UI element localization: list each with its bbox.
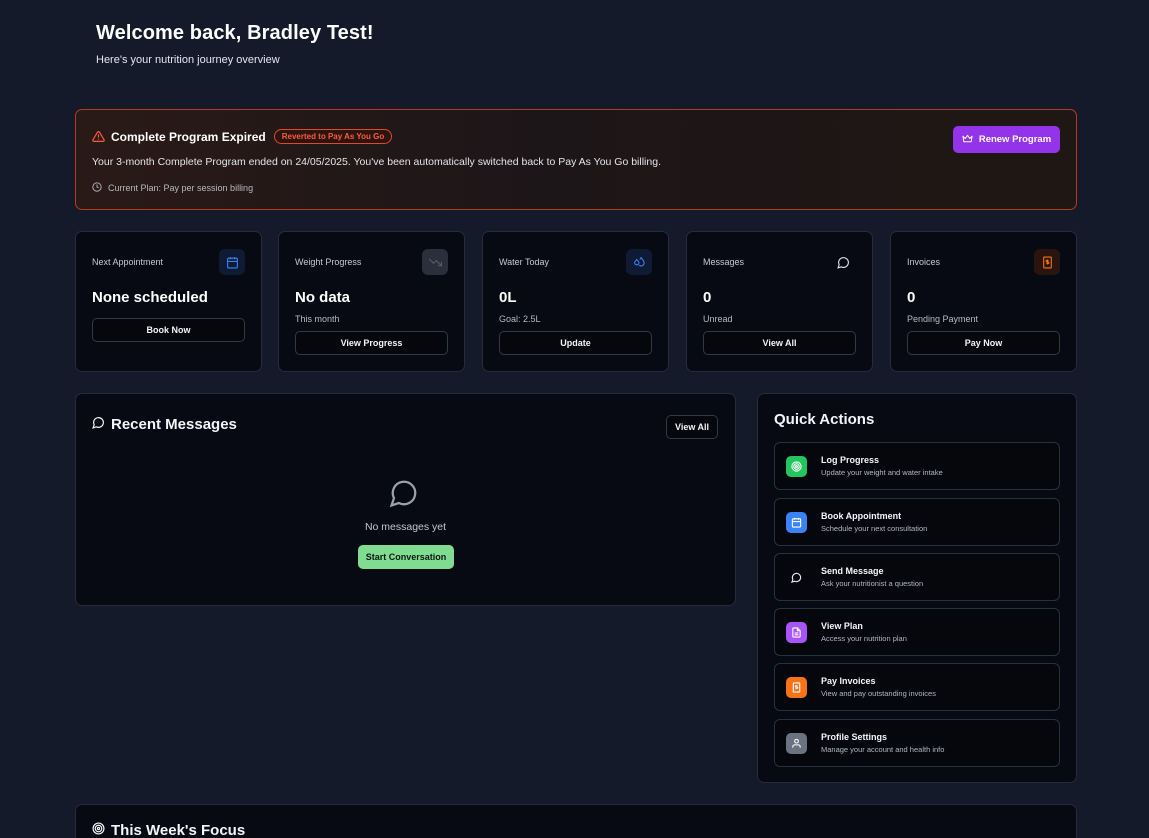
user-icon (786, 733, 807, 754)
recent-messages-title: Recent Messages (111, 416, 237, 433)
alert-triangle-icon (92, 130, 105, 143)
book-now-button[interactable]: Book Now (92, 318, 245, 342)
invoices-card: Invoices 0 Pending Payment Pay Now (890, 231, 1077, 372)
card-value: No data (295, 289, 351, 306)
weekly-focus-panel: This Week's Focus (75, 804, 1077, 838)
pay-now-button[interactable]: Pay Now (907, 331, 1060, 355)
renew-program-button[interactable]: Renew Program (953, 126, 1060, 153)
quick-action-book-appointment[interactable]: Book Appointment Schedule your next cons… (774, 498, 1060, 546)
view-all-button[interactable]: View All (666, 415, 718, 439)
quick-action-log-progress[interactable]: Log Progress Update your weight and wate… (774, 442, 1060, 490)
quick-action-title: Log Progress (821, 455, 880, 465)
status-badge: Reverted to Pay As You Go (273, 129, 393, 144)
view-all-messages-button[interactable]: View All (703, 331, 856, 355)
quick-actions-title: Quick Actions (774, 411, 875, 428)
card-label: Invoices (907, 257, 941, 267)
empty-messages-icon (389, 478, 419, 508)
messages-card: Messages 0 Unread View All (686, 231, 873, 372)
renew-program-label: Renew Program (978, 134, 1052, 145)
update-water-button[interactable]: Update (499, 331, 652, 355)
empty-messages-text: No messages yet (364, 521, 447, 533)
quick-action-subtitle: Schedule your next consultation (821, 524, 928, 533)
quick-action-title: Send Message (821, 566, 884, 576)
weight-progress-card: Weight Progress No data This month View … (278, 231, 465, 372)
card-value: 0 (907, 289, 916, 306)
current-plan-row: Current Plan: Pay per session billing (92, 182, 253, 194)
message-circle-icon (830, 249, 856, 275)
droplets-icon (626, 249, 652, 275)
quick-action-subtitle: Update your weight and water intake (821, 468, 943, 477)
card-label: Messages (703, 257, 745, 267)
banner-title: Complete Program Expired (111, 129, 266, 144)
quick-action-subtitle: View and pay outstanding invoices (821, 689, 936, 698)
quick-action-title: Profile Settings (821, 732, 888, 742)
program-expired-banner: Complete Program Expired Reverted to Pay… (75, 109, 1077, 210)
file-icon (786, 622, 807, 643)
message-circle-icon (92, 416, 105, 433)
quick-action-pay-invoices[interactable]: Pay Invoices View and pay outstanding in… (774, 663, 1060, 711)
card-value: 0 (703, 289, 712, 306)
card-label: Water Today (499, 257, 550, 267)
receipt-icon (786, 677, 807, 698)
view-progress-button[interactable]: View Progress (295, 331, 448, 355)
message-circle-icon (786, 567, 807, 588)
card-subtext: Goal: 2.5L (499, 314, 541, 324)
weekly-focus-title: This Week's Focus (111, 822, 246, 838)
clock-icon (92, 182, 102, 194)
receipt-icon (1034, 249, 1060, 275)
crown-icon (962, 133, 973, 147)
card-label: Weight Progress (295, 257, 362, 267)
page-title: Welcome back, Bradley Test! (96, 22, 374, 44)
quick-action-title: Book Appointment (821, 511, 902, 521)
welcome-header: Welcome back, Bradley Test! Here's your … (96, 22, 374, 66)
next-appointment-card: Next Appointment None scheduled Book Now (75, 231, 262, 372)
trending-down-icon (422, 249, 448, 275)
card-subtext: Unread (703, 314, 733, 324)
quick-action-title: Pay Invoices (821, 676, 876, 686)
quick-action-subtitle: Manage your account and health info (821, 745, 945, 754)
page-subtitle: Here's your nutrition journey overview (96, 54, 280, 66)
card-subtext: Pending Payment (907, 314, 979, 324)
quick-action-view-plan[interactable]: View Plan Access your nutrition plan (774, 608, 1060, 656)
calendar-icon (786, 512, 807, 533)
start-conversation-button[interactable]: Start Conversation (358, 545, 454, 569)
target-icon (92, 822, 105, 838)
weekly-focus-heading: This Week's Focus (92, 822, 245, 838)
quick-action-subtitle: Access your nutrition plan (821, 634, 907, 643)
quick-action-profile-settings[interactable]: Profile Settings Manage your account and… (774, 719, 1060, 767)
quick-action-send-message[interactable]: Send Message Ask your nutritionist a que… (774, 553, 1060, 601)
target-icon (786, 456, 807, 477)
card-subtext: This month (295, 314, 340, 324)
banner-description: Your 3-month Complete Program ended on 2… (92, 156, 661, 168)
recent-messages-heading: Recent Messages (92, 416, 237, 433)
recent-messages-panel: Recent Messages View All No messages yet… (75, 393, 736, 606)
current-plan-text: Current Plan: Pay per session billing (108, 183, 254, 193)
banner-title-row: Complete Program Expired Reverted to Pay… (92, 129, 393, 144)
quick-action-subtitle: Ask your nutritionist a question (821, 579, 924, 588)
quick-action-title: View Plan (821, 621, 863, 631)
card-value: None scheduled (92, 289, 208, 306)
calendar-icon (219, 249, 245, 275)
water-today-card: Water Today 0L Goal: 2.5L Update (482, 231, 669, 372)
card-value: 0L (499, 289, 517, 306)
quick-actions-panel: Quick Actions Log Progress Update your w… (757, 393, 1077, 783)
card-label: Next Appointment (92, 257, 164, 267)
